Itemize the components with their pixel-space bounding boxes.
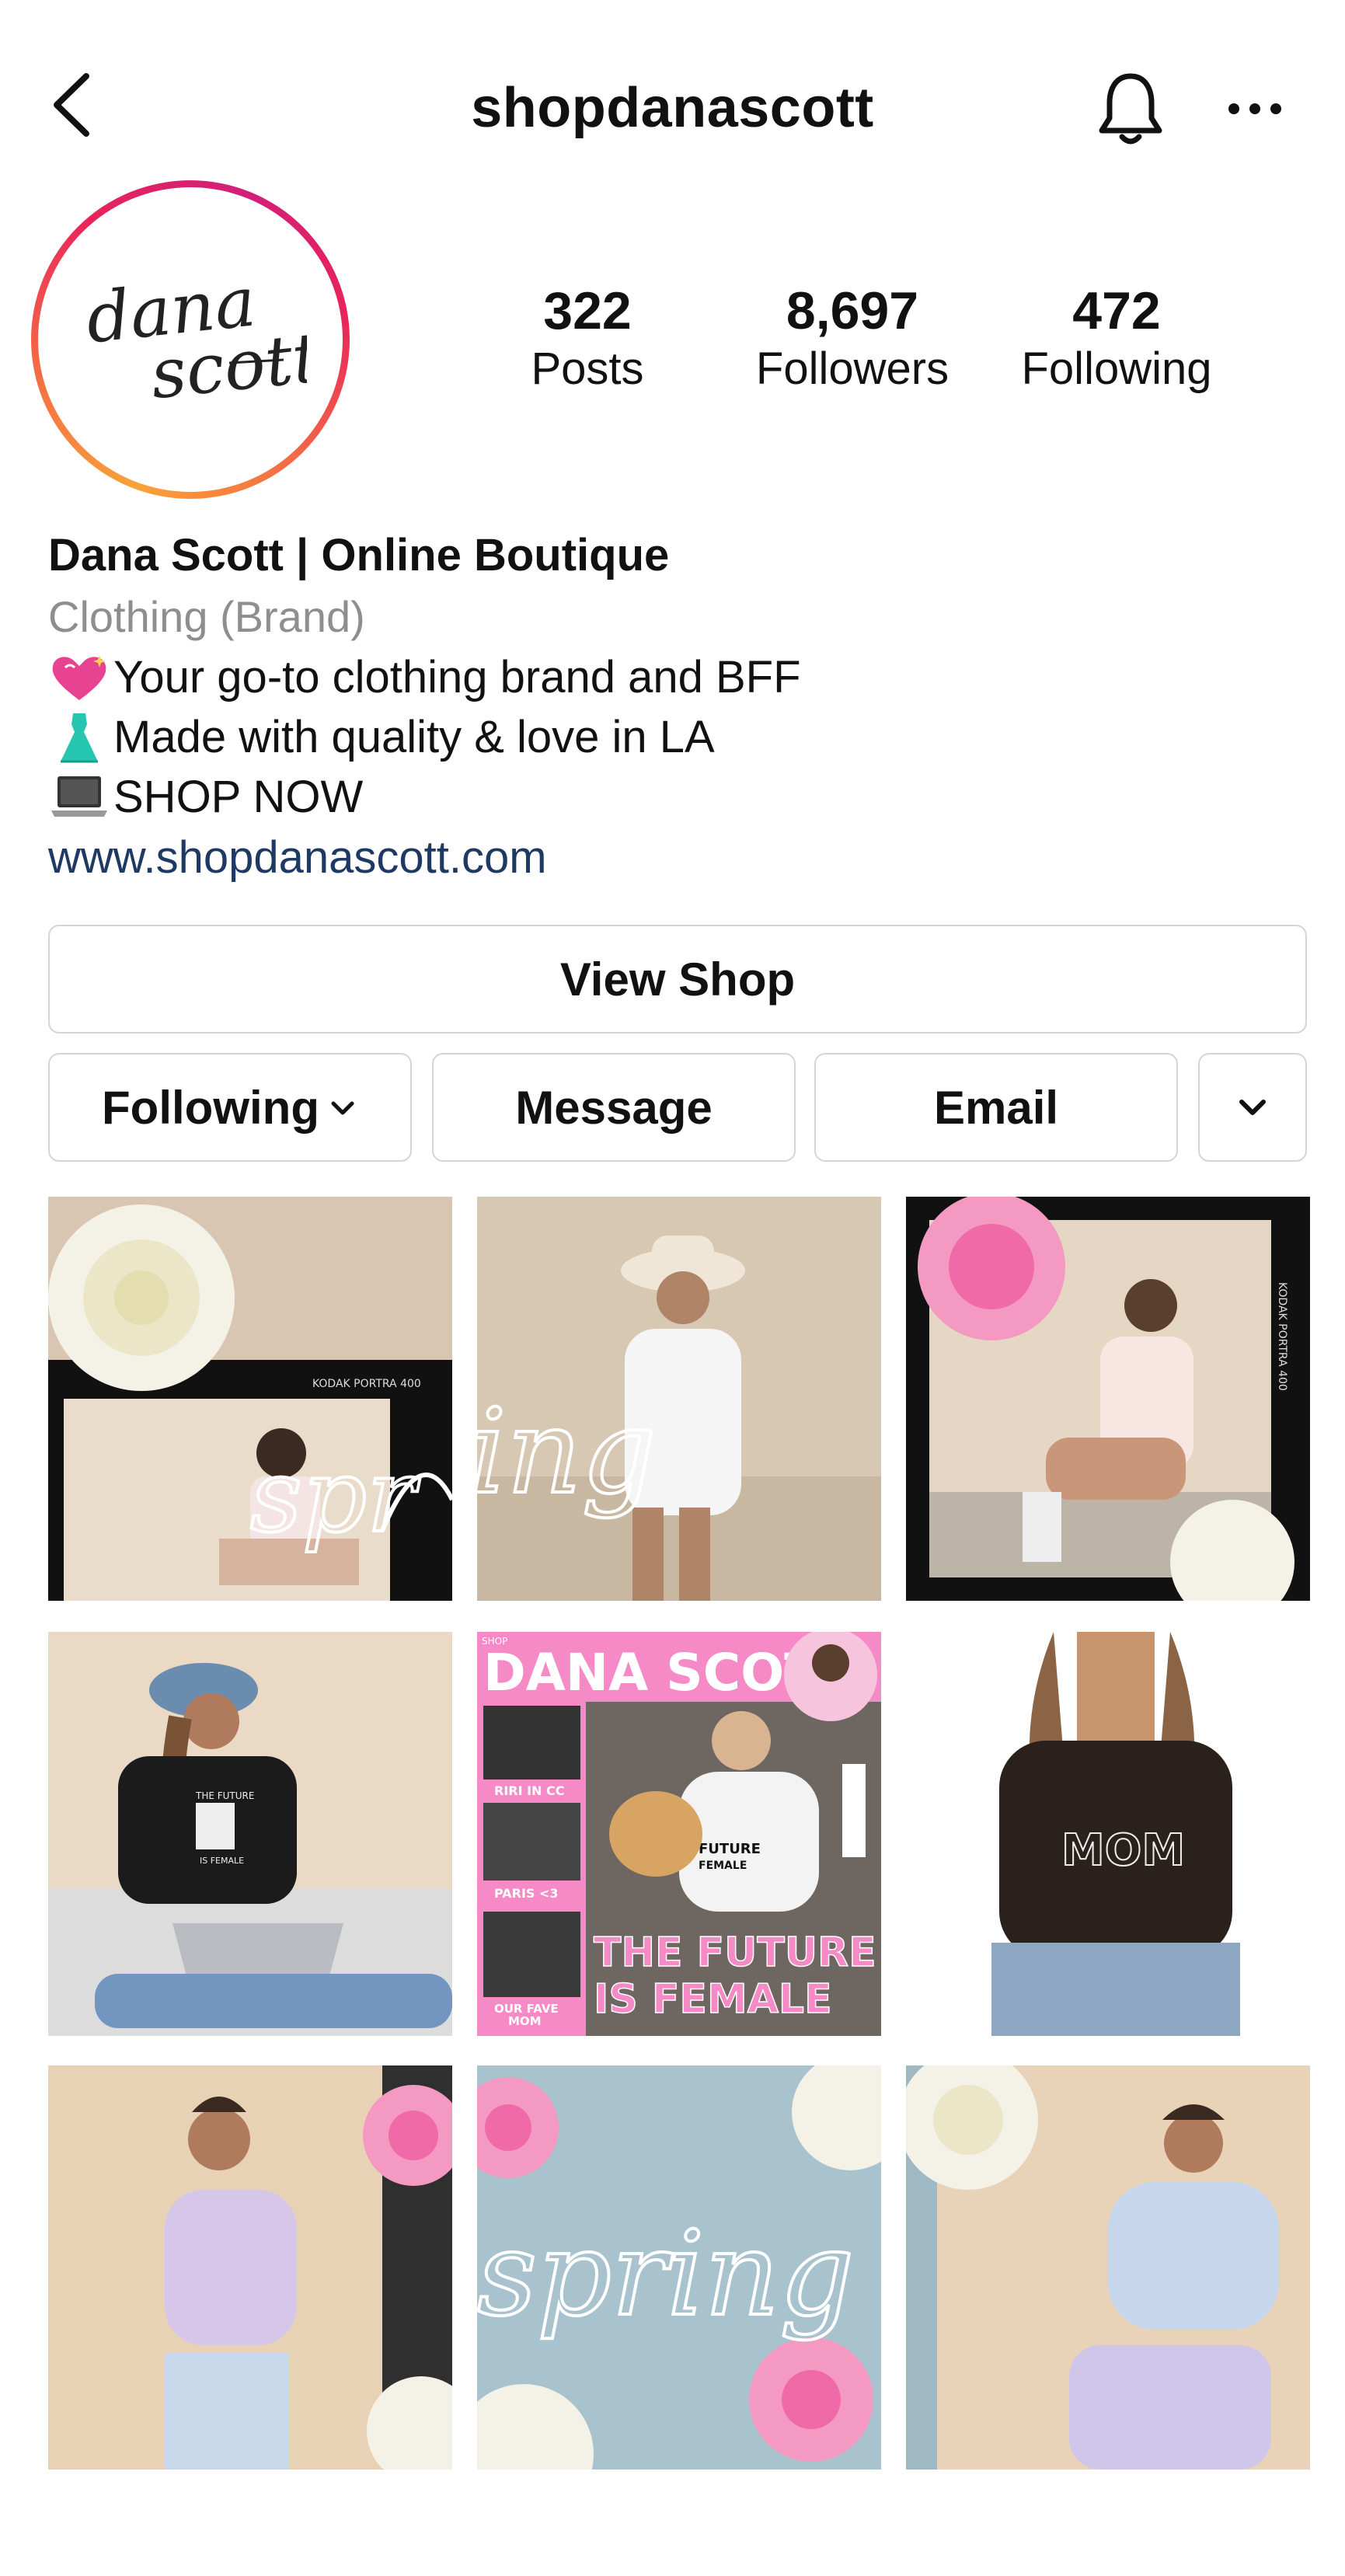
post-image bbox=[48, 2065, 452, 2470]
shirt-text: FUTURE bbox=[699, 1841, 761, 1857]
grid-post-4[interactable]: THE FUTURE IS FEMALE bbox=[48, 1632, 452, 2036]
stat-following[interactable]: 472 Following bbox=[1000, 280, 1233, 396]
magazine-headline: THE FUTURE bbox=[594, 1929, 876, 1976]
stat-posts[interactable]: 322 Posts bbox=[471, 280, 704, 396]
grid-post-1[interactable]: KODAK PORTRA 400 spr bbox=[48, 1197, 452, 1601]
posts-count: 322 bbox=[543, 281, 632, 340]
post-image: SHOP DANA SCOTT RIRI IN CC PARIS <3 OUR … bbox=[477, 1632, 881, 2036]
grid-post-6[interactable]: MOM bbox=[906, 1632, 1310, 2036]
following-button[interactable]: Following bbox=[48, 1053, 412, 1162]
post-image: KODAK PORTRA 400 spr bbox=[48, 1197, 452, 1601]
svg-text:KODAK PORTRA 400: KODAK PORTRA 400 bbox=[1276, 1282, 1288, 1391]
post-image: KODAK PORTRA 400 bbox=[906, 1197, 1310, 1601]
message-button[interactable]: Message bbox=[432, 1053, 796, 1162]
more-horizontal-icon bbox=[1228, 103, 1281, 114]
notifications-button[interactable] bbox=[1092, 66, 1169, 152]
post-image: spring bbox=[477, 2065, 881, 2470]
grid-post-2[interactable]: ing bbox=[477, 1197, 881, 1601]
story-ring[interactable]: dana scott bbox=[31, 180, 350, 499]
spring-overlay: spr bbox=[250, 1437, 420, 1555]
bio: Dana Scott | Online Boutique Clothing (B… bbox=[48, 525, 1291, 889]
stat-followers[interactable]: 8,697 Followers bbox=[736, 280, 969, 396]
grid-post-5[interactable]: SHOP DANA SCOTT RIRI IN CC PARIS <3 OUR … bbox=[477, 1632, 881, 2036]
grid-post-7[interactable] bbox=[48, 2065, 452, 2470]
website-link[interactable]: www.shopdanascott.com bbox=[48, 827, 1291, 889]
grid-post-3[interactable]: KODAK PORTRA 400 bbox=[906, 1197, 1310, 1601]
following-label: Following bbox=[1021, 343, 1212, 394]
followers-count: 8,697 bbox=[786, 281, 919, 340]
shirt-text: MOM bbox=[1061, 1825, 1185, 1876]
avatar: dana scott bbox=[49, 198, 332, 481]
bio-line-2: Made with quality & love in LA bbox=[48, 707, 1291, 767]
film-label: KODAK PORTRA 400 bbox=[312, 1378, 421, 1390]
bio-text-3: SHOP NOW bbox=[113, 772, 364, 822]
svg-text:scott: scott bbox=[147, 317, 307, 414]
more-options-button[interactable] bbox=[1220, 82, 1290, 136]
dress-icon bbox=[61, 713, 98, 762]
grid-post-8[interactable]: spring bbox=[477, 2065, 881, 2470]
bell-icon bbox=[1099, 73, 1162, 145]
bio-line-3: SHOP NOW bbox=[48, 767, 1291, 827]
bio-line-1: Your go-to clothing brand and BFF bbox=[48, 647, 1291, 707]
email-button[interactable]: Email bbox=[814, 1053, 1178, 1162]
bio-text-1: Your go-to clothing brand and BFF bbox=[113, 652, 801, 702]
shirt-text: THE FUTURE bbox=[195, 1790, 254, 1801]
sparkling-heart-icon bbox=[52, 654, 106, 700]
profile-category: Clothing (Brand) bbox=[48, 592, 365, 641]
post-image: THE FUTURE IS FEMALE bbox=[48, 1632, 452, 2036]
posts-label: Posts bbox=[531, 343, 644, 394]
suggested-accounts-button[interactable] bbox=[1198, 1053, 1307, 1162]
svg-text:FEMALE: FEMALE bbox=[699, 1860, 747, 1872]
following-count: 472 bbox=[1072, 281, 1161, 340]
svg-text:IS FEMALE: IS FEMALE bbox=[594, 1976, 832, 2023]
caption-1: RIRI IN CC bbox=[494, 1783, 565, 1798]
grid-post-9[interactable] bbox=[906, 2065, 1310, 2470]
caption-2: PARIS <3 bbox=[494, 1886, 559, 1901]
followers-label: Followers bbox=[755, 343, 950, 394]
post-image: ing bbox=[477, 1197, 881, 1601]
top-bar: shopdanascott bbox=[0, 47, 1345, 171]
svg-text:IS FEMALE: IS FEMALE bbox=[200, 1856, 244, 1866]
chevron-down-icon bbox=[331, 1101, 354, 1115]
spring-overlay: ing bbox=[477, 1385, 657, 1520]
laptop-icon bbox=[51, 776, 107, 817]
post-image bbox=[906, 2065, 1310, 2470]
profile-name: Dana Scott | Online Boutique bbox=[48, 530, 670, 580]
following-button-label: Following bbox=[102, 1081, 319, 1134]
dana-scott-logo: dana scott bbox=[82, 261, 307, 414]
spring-overlay: spring bbox=[477, 2207, 854, 2342]
bio-text-2: Made with quality & love in LA bbox=[113, 712, 715, 762]
view-shop-button[interactable]: View Shop bbox=[48, 925, 1307, 1034]
post-image: MOM bbox=[906, 1632, 1310, 2036]
chevron-down-icon bbox=[1239, 1100, 1266, 1115]
svg-text:MOM: MOM bbox=[508, 2014, 542, 2028]
